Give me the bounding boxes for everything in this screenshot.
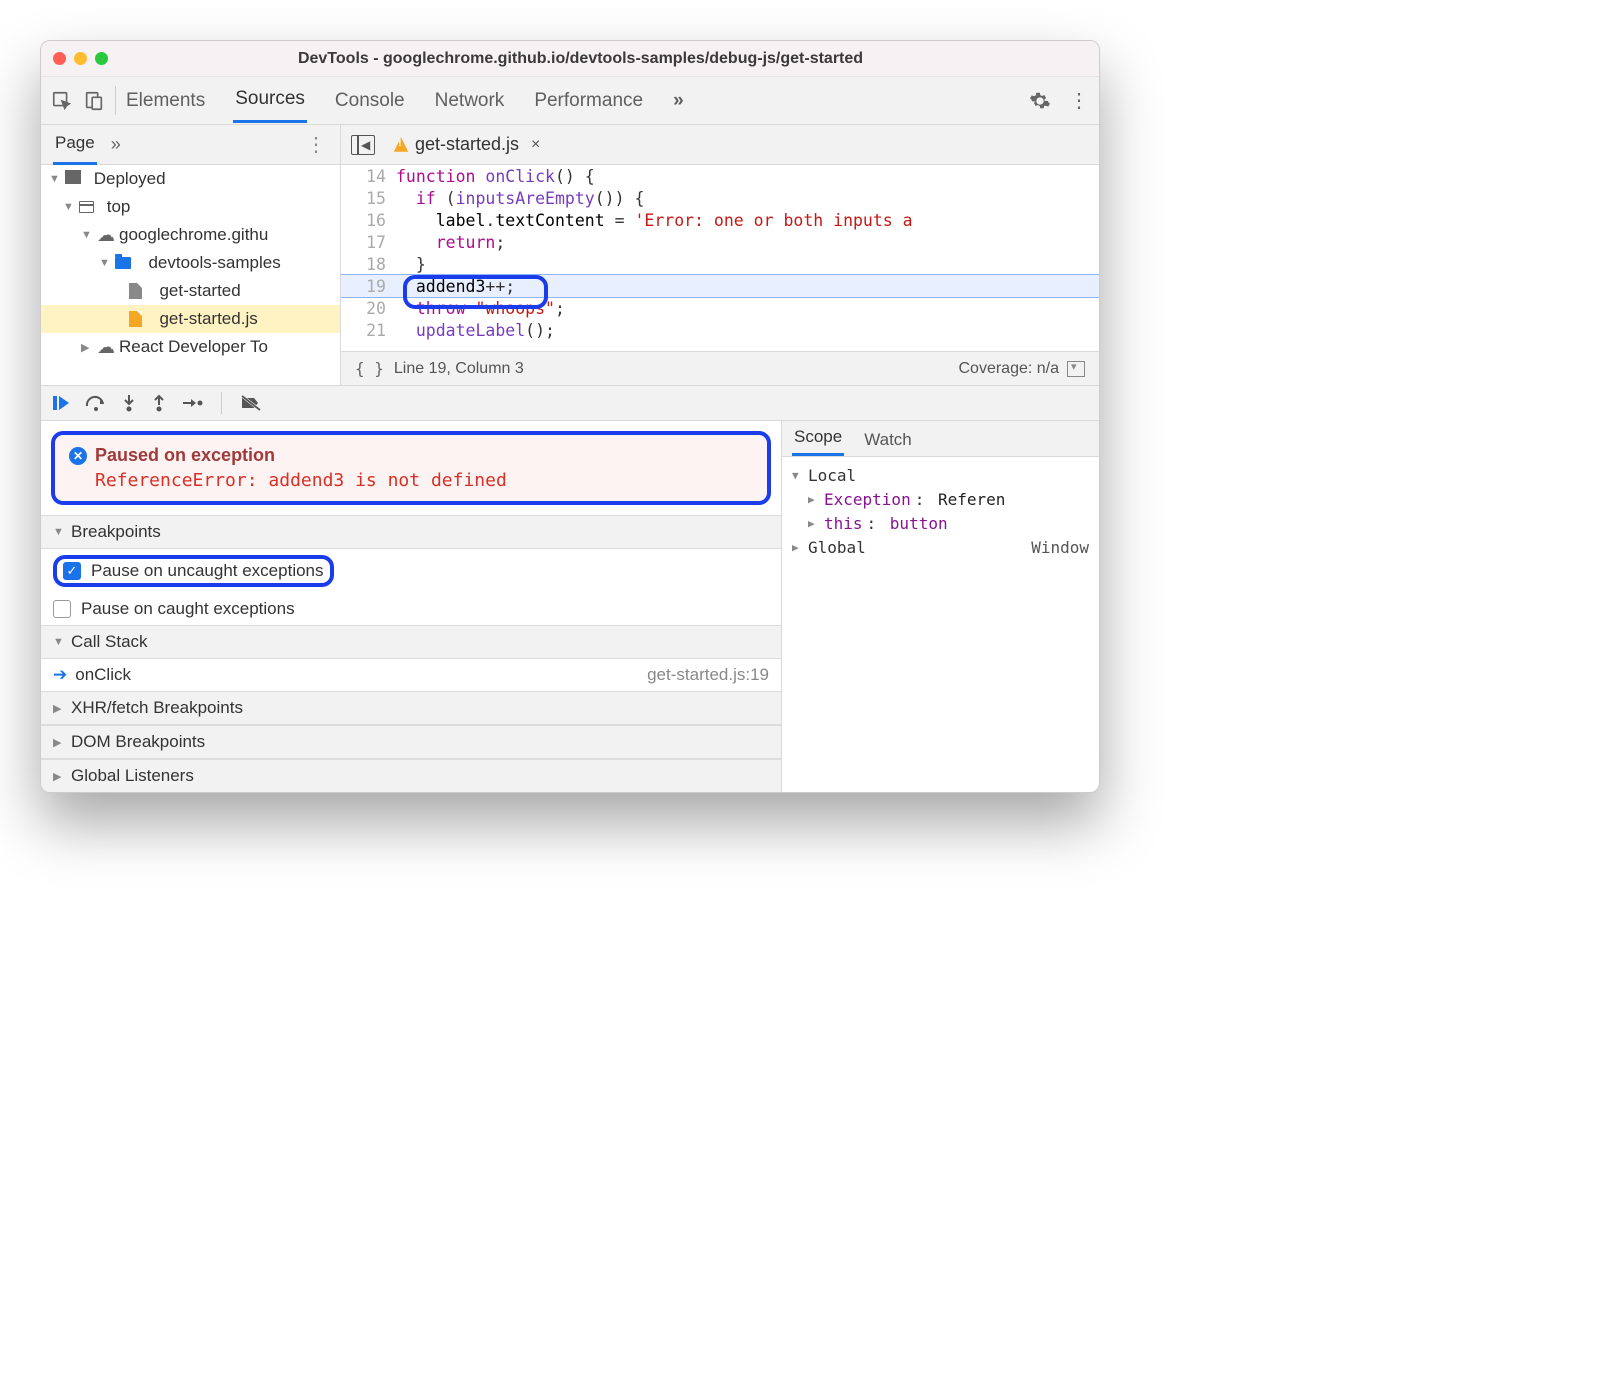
titlebar: DevTools - googlechrome.github.io/devtoo… — [41, 41, 1099, 77]
code-line-17[interactable]: 17 return; — [341, 231, 1099, 253]
pause-uncaught-label: Pause on uncaught exceptions — [91, 561, 324, 581]
tab-elements[interactable]: Elements — [124, 80, 207, 122]
settings-icon[interactable] — [1029, 90, 1051, 112]
navigator-tab-page[interactable]: Page — [53, 124, 97, 165]
editor-filename: get-started.js — [415, 134, 519, 155]
coverage-label: Coverage: n/a — [958, 360, 1059, 378]
devtools-window: DevTools - googlechrome.github.io/devtoo… — [40, 40, 1100, 793]
scope-local[interactable]: ▼Local — [792, 463, 1089, 487]
tree-react-ext[interactable]: ▶React Developer To — [41, 333, 340, 361]
toggle-navigator-icon[interactable]: ◀ — [351, 135, 375, 155]
tree-top[interactable]: ▼ top — [41, 193, 340, 221]
navigator-overflow[interactable]: » — [111, 134, 121, 155]
coverage-toggle-icon[interactable] — [1067, 361, 1085, 377]
step-button[interactable] — [181, 395, 203, 411]
frame-location: get-started.js:19 — [647, 665, 769, 685]
kebab-menu-icon[interactable]: ⋮ — [1069, 88, 1089, 113]
code-editor: 14function onClick() {15 if (inputsAreEm… — [341, 165, 1099, 385]
cloud-icon — [97, 225, 115, 246]
callstack-frame[interactable]: ➔ onClick get-started.js:19 — [41, 659, 781, 691]
tab-console[interactable]: Console — [333, 80, 407, 122]
tree-domain[interactable]: ▼googlechrome.githu — [41, 221, 340, 249]
code-line-21[interactable]: 21 updateLabel(); — [341, 319, 1099, 341]
global-listeners-header[interactable]: ▶Global Listeners — [41, 759, 781, 792]
tab-watch[interactable]: Watch — [862, 424, 914, 456]
scope-this[interactable]: ▶this: button — [792, 511, 1089, 535]
code-line-18[interactable]: 18 } — [341, 253, 1099, 275]
pretty-print-icon[interactable]: { } — [355, 359, 384, 378]
frame-function: onClick — [75, 665, 131, 685]
cloud-icon — [97, 337, 115, 358]
scope-panel: Scope Watch ▼Local ▶Exception: Referen ▶… — [781, 421, 1099, 792]
folder-icon — [115, 257, 131, 269]
step-into-button[interactable] — [121, 393, 137, 413]
code-line-15[interactable]: 15 if (inputsAreEmpty()) { — [341, 187, 1099, 209]
editor-status-bar: { } Line 19, Column 3 Coverage: n/a — [341, 351, 1099, 385]
code-line-16[interactable]: 16 label.textContent = 'Error: one or bo… — [341, 209, 1099, 231]
tree-deployed[interactable]: ▼ Deployed — [41, 165, 340, 193]
device-toggle-icon[interactable] — [83, 90, 105, 112]
step-out-button[interactable] — [151, 393, 167, 413]
main-toolbar: Elements Sources Console Network Perform… — [41, 77, 1099, 125]
resume-button[interactable] — [51, 393, 71, 413]
tabs-overflow[interactable]: » — [671, 80, 686, 122]
maximize-window-button[interactable] — [95, 52, 108, 65]
pause-caught-checkbox[interactable] — [53, 600, 71, 618]
debugger-lower: ✕ Paused on exception ReferenceError: add… — [41, 421, 1099, 792]
breakpoints-header[interactable]: ▼Breakpoints — [41, 515, 781, 549]
deactivate-breakpoints-button[interactable] — [240, 394, 262, 412]
tree-file-html[interactable]: get-started — [41, 277, 340, 305]
file-navigator: ▼ Deployed ▼ top ▼googlechrome.githu ▼ d… — [41, 165, 341, 385]
editor-file-tab[interactable]: get-started.js × — [385, 130, 548, 159]
deployed-icon — [65, 169, 81, 189]
close-window-button[interactable] — [53, 52, 66, 65]
annotation-highlight-2: ✓ Pause on uncaught exceptions — [53, 555, 334, 587]
debugger-sidebar: ✕ Paused on exception ReferenceError: add… — [41, 421, 781, 792]
code-area[interactable]: 14function onClick() {15 if (inputsAreEm… — [341, 165, 1099, 351]
callstack-header[interactable]: ▼Call Stack — [41, 625, 781, 659]
exception-message: ReferenceError: addend3 is not defined — [69, 470, 751, 491]
xhr-breakpoints-header[interactable]: ▶XHR/fetch Breakpoints — [41, 691, 781, 725]
pause-uncaught-checkbox[interactable]: ✓ — [63, 562, 81, 580]
scope-exception[interactable]: ▶Exception: Referen — [792, 487, 1089, 511]
paused-reason: Paused on exception — [95, 445, 275, 465]
minimize-window-button[interactable] — [74, 52, 87, 65]
code-line-19[interactable]: 19 addend3++; — [341, 275, 1099, 297]
step-over-button[interactable] — [85, 394, 107, 412]
tab-performance[interactable]: Performance — [532, 80, 645, 122]
cursor-position: Line 19, Column 3 — [394, 360, 524, 378]
tab-sources[interactable]: Sources — [233, 78, 307, 123]
debugger-toolbar — [41, 385, 1099, 421]
panel-tabs: Elements Sources Console Network Perform… — [124, 78, 1029, 123]
sources-subheader: Page » ⋮ ◀ get-started.js × — [41, 125, 1099, 165]
close-file-icon[interactable]: × — [531, 136, 540, 154]
traffic-lights — [53, 52, 108, 65]
inspect-element-icon[interactable] — [51, 90, 73, 112]
window-title: DevTools - googlechrome.github.io/devtoo… — [124, 50, 1087, 68]
paused-banner: ✕ Paused on exception ReferenceError: add… — [51, 431, 771, 505]
tab-scope[interactable]: Scope — [792, 421, 844, 456]
code-line-20[interactable]: 20 throw "whoops"; — [341, 297, 1099, 319]
tab-network[interactable]: Network — [433, 80, 507, 122]
tree-folder[interactable]: ▼ devtools-samples — [41, 249, 340, 277]
scope-global[interactable]: ▶GlobalWindow — [792, 535, 1089, 559]
code-line-14[interactable]: 14function onClick() { — [341, 165, 1099, 187]
frame-icon — [79, 201, 94, 213]
pause-caught-label: Pause on caught exceptions — [81, 599, 295, 619]
file-icon — [129, 311, 142, 327]
current-frame-icon: ➔ — [53, 665, 67, 685]
warning-icon — [393, 137, 409, 153]
error-icon: ✕ — [69, 447, 87, 465]
file-icon — [129, 283, 142, 299]
navigator-menu-icon[interactable]: ⋮ — [306, 132, 328, 157]
tree-file-js[interactable]: get-started.js — [41, 305, 340, 333]
dom-breakpoints-header[interactable]: ▶DOM Breakpoints — [41, 725, 781, 759]
